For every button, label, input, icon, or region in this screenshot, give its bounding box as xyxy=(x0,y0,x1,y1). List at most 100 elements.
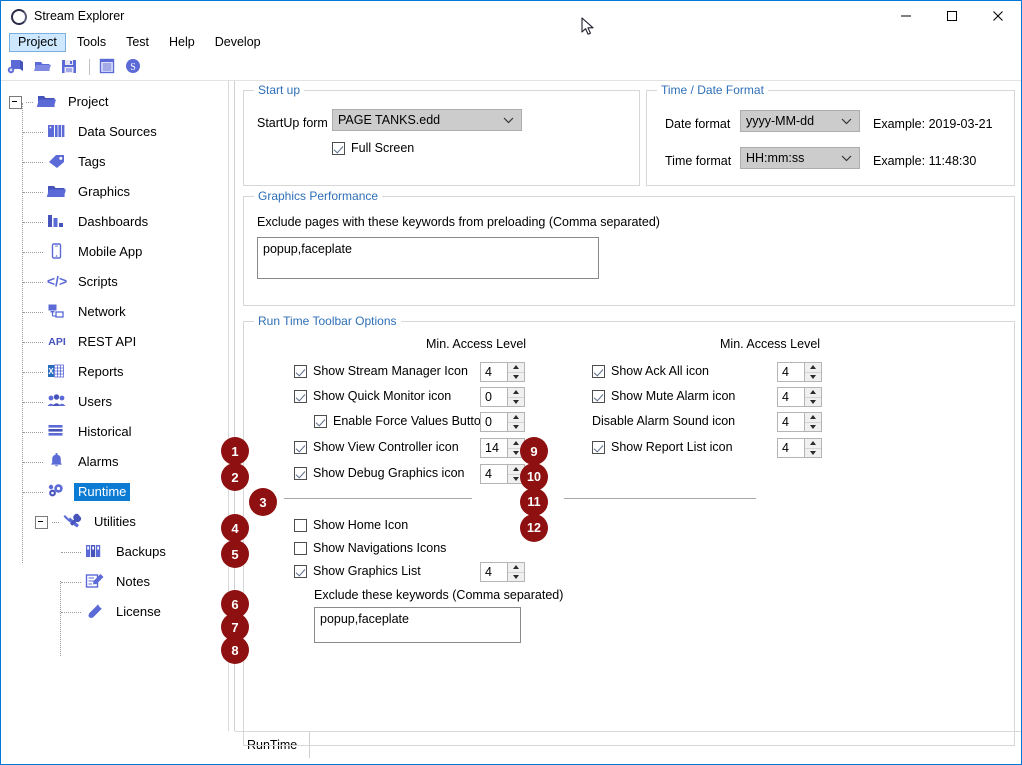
enable-force-values-checkbox-box[interactable] xyxy=(314,414,327,428)
menu-item-tools[interactable]: Tools xyxy=(68,33,115,52)
enable-force-values-access-value[interactable]: 0 xyxy=(480,412,508,432)
show-graphics-list-access-stepper[interactable]: 4 xyxy=(480,562,525,582)
stepper-up-button[interactable] xyxy=(805,413,821,423)
sidebar-item-scripts[interactable]: </> Scripts xyxy=(1,267,228,297)
save-disk-icon[interactable] xyxy=(59,57,81,77)
new-project-icon[interactable] xyxy=(7,57,29,77)
stepper-buttons[interactable] xyxy=(508,387,525,407)
graphics-list-exclude-keywords-input[interactable]: popup,faceplate xyxy=(314,607,521,643)
show-report-list-checkbox-box[interactable] xyxy=(592,440,605,454)
stepper-buttons[interactable] xyxy=(805,438,822,458)
s-circle-icon[interactable]: S xyxy=(123,57,145,77)
sidebar-item-mobile-app[interactable]: Mobile App xyxy=(1,237,228,267)
stepper-buttons[interactable] xyxy=(508,562,525,582)
sidebar-item-dashboards[interactable]: Dashboards xyxy=(1,207,228,237)
show-debug-graphics-access-value[interactable]: 4 xyxy=(480,464,508,484)
show-mute-alarm-checkbox-box[interactable] xyxy=(592,389,605,403)
stepper-down-button[interactable] xyxy=(508,422,524,431)
show-view-controller-access-stepper[interactable]: 14 xyxy=(480,438,525,458)
stepper-down-button[interactable] xyxy=(805,422,821,431)
stepper-down-button[interactable] xyxy=(805,448,821,457)
show-mute-alarm-access-value[interactable]: 4 xyxy=(777,387,805,407)
disable-alarm-sound-checkbox[interactable]: Disable Alarm Sound icon xyxy=(592,414,735,428)
stepper-buttons[interactable] xyxy=(805,412,822,432)
show-navigations-icons-checkbox[interactable]: Show Navigations Icons xyxy=(294,541,446,555)
sidebar-item-users[interactable]: Users xyxy=(1,387,228,417)
show-report-list-access-value[interactable]: 4 xyxy=(777,438,805,458)
disable-alarm-sound-access-stepper[interactable]: 4 xyxy=(777,412,822,432)
startup-form-select[interactable]: PAGE TANKS.edd xyxy=(332,109,522,131)
menu-item-help[interactable]: Help xyxy=(160,33,204,52)
sidebar-item-data-sources[interactable]: Data Sources xyxy=(1,117,228,147)
show-view-controller-access-value[interactable]: 14 xyxy=(480,438,508,458)
sidebar-item-runtime[interactable]: Runtime xyxy=(1,477,228,507)
show-stream-manager-checkbox[interactable]: Show Stream Manager Icon xyxy=(294,364,468,378)
stepper-down-button[interactable] xyxy=(805,372,821,381)
stepper-buttons[interactable] xyxy=(805,387,822,407)
disable-alarm-sound-access-value[interactable]: 4 xyxy=(777,412,805,432)
show-ack-all-checkbox-box[interactable] xyxy=(592,364,605,378)
close-button[interactable] xyxy=(975,1,1021,31)
menu-item-develop[interactable]: Develop xyxy=(206,33,270,52)
sidebar-item-notes[interactable]: Notes xyxy=(1,567,228,597)
stepper-down-button[interactable] xyxy=(508,397,524,406)
enable-force-values-checkbox[interactable]: Enable Force Values Button xyxy=(314,414,488,428)
show-navigations-icons-checkbox-box[interactable] xyxy=(294,541,307,555)
sidebar-item-graphics[interactable]: Graphics xyxy=(1,177,228,207)
stepper-buttons[interactable] xyxy=(508,412,525,432)
sidebar-item-network[interactable]: Network xyxy=(1,297,228,327)
show-mute-alarm-access-stepper[interactable]: 4 xyxy=(777,387,822,407)
list-view-icon[interactable] xyxy=(97,57,119,77)
sidebar-item-alarms[interactable]: Alarms xyxy=(1,447,228,477)
show-ack-all-access-value[interactable]: 4 xyxy=(777,362,805,382)
show-stream-manager-checkbox-box[interactable] xyxy=(294,364,307,378)
time-format-select[interactable]: HH:mm:ss xyxy=(740,147,860,169)
date-format-select[interactable]: yyyy-MM-dd xyxy=(740,110,860,132)
stepper-down-button[interactable] xyxy=(508,572,524,581)
show-quick-monitor-checkbox-box[interactable] xyxy=(294,389,307,403)
show-home-icon-checkbox[interactable]: Show Home Icon xyxy=(294,518,408,532)
show-stream-manager-access-value[interactable]: 4 xyxy=(480,362,508,382)
enable-force-values-access-stepper[interactable]: 0 xyxy=(480,412,525,432)
fullscreen-checkbox-box[interactable] xyxy=(332,141,345,155)
stepper-up-button[interactable] xyxy=(805,363,821,373)
show-debug-graphics-checkbox[interactable]: Show Debug Graphics icon xyxy=(294,466,464,480)
show-quick-monitor-access-stepper[interactable]: 0 xyxy=(480,387,525,407)
stepper-buttons[interactable] xyxy=(805,362,822,382)
show-graphics-list-checkbox-box[interactable] xyxy=(294,564,307,578)
show-report-list-checkbox[interactable]: Show Report List icon xyxy=(592,440,733,454)
show-stream-manager-access-stepper[interactable]: 4 xyxy=(480,362,525,382)
stepper-up-button[interactable] xyxy=(805,439,821,449)
show-view-controller-checkbox[interactable]: Show View Controller icon xyxy=(294,440,459,454)
stepper-up-button[interactable] xyxy=(508,363,524,373)
show-debug-graphics-access-stepper[interactable]: 4 xyxy=(480,464,525,484)
show-mute-alarm-checkbox[interactable]: Show Mute Alarm icon xyxy=(592,389,735,403)
menu-item-test[interactable]: Test xyxy=(117,33,158,52)
sidebar-item-rest-api[interactable]: API REST API xyxy=(1,327,228,357)
stepper-up-button[interactable] xyxy=(508,413,524,423)
stepper-down-button[interactable] xyxy=(805,397,821,406)
show-graphics-list-access-value[interactable]: 4 xyxy=(480,562,508,582)
sidebar-item-utilities[interactable]: Utilities xyxy=(1,507,228,537)
sidebar-item-tags[interactable]: Tags xyxy=(1,147,228,177)
show-ack-all-access-stepper[interactable]: 4 xyxy=(777,362,822,382)
sidebar-item-license[interactable]: License xyxy=(1,597,228,627)
show-report-list-access-stepper[interactable]: 4 xyxy=(777,438,822,458)
sidebar-item-backups[interactable]: Backups xyxy=(1,537,228,567)
stepper-down-button[interactable] xyxy=(508,372,524,381)
sidebar-item-reports[interactable]: X Reports xyxy=(1,357,228,387)
expander-icon[interactable] xyxy=(9,95,22,109)
fullscreen-checkbox[interactable]: Full Screen xyxy=(332,141,414,155)
stepper-up-button[interactable] xyxy=(508,388,524,398)
expander-icon-utilities[interactable] xyxy=(35,515,48,529)
show-graphics-list-checkbox[interactable]: Show Graphics List xyxy=(294,564,421,578)
show-ack-all-checkbox[interactable]: Show Ack All icon xyxy=(592,364,709,378)
menu-item-project[interactable]: Project xyxy=(9,33,66,52)
show-quick-monitor-access-value[interactable]: 0 xyxy=(480,387,508,407)
show-debug-graphics-checkbox-box[interactable] xyxy=(294,466,307,480)
show-quick-monitor-checkbox[interactable]: Show Quick Monitor icon xyxy=(294,389,451,403)
stepper-up-button[interactable] xyxy=(805,388,821,398)
minimize-button[interactable] xyxy=(883,1,929,31)
show-view-controller-checkbox-box[interactable] xyxy=(294,440,307,454)
show-home-icon-checkbox-box[interactable] xyxy=(294,518,307,532)
